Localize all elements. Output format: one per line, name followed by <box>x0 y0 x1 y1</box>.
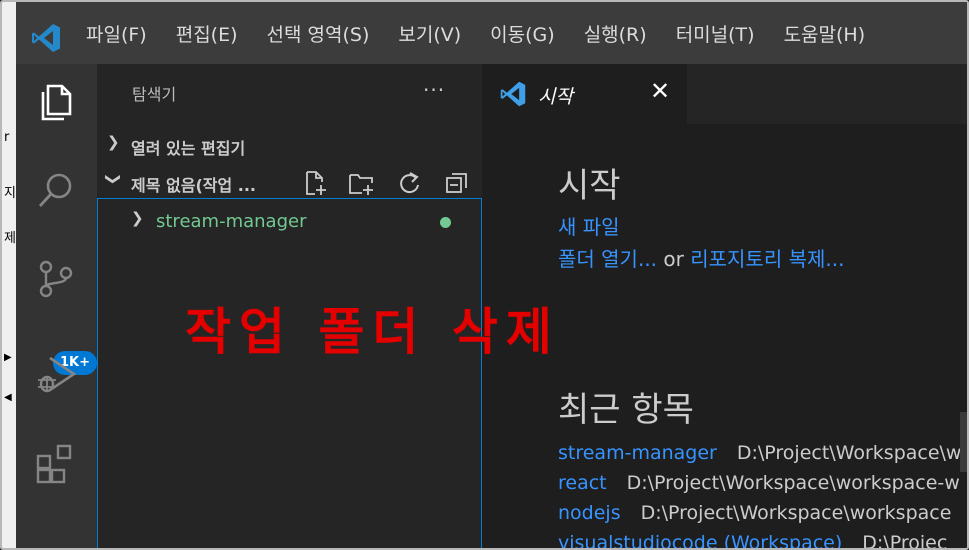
folder-name: stream-manager <box>156 211 307 232</box>
or-text: or <box>663 247 684 271</box>
recent-item-path: D:\Project\Workspace\workspace-w <box>626 472 960 494</box>
recent-item-name[interactable]: react <box>558 472 607 494</box>
menu-run[interactable]: 실행(R) <box>584 20 647 47</box>
recent-item-path: D:\Project\Workspace\w <box>736 442 962 464</box>
recent-title: 최근 항목 <box>558 390 694 430</box>
source-control-icon[interactable] <box>34 256 78 300</box>
recent-item[interactable]: visualstudiocode (Workspace) D:\Projec <box>558 532 948 550</box>
clone-repo-link[interactable]: 리포지토리 복제... <box>690 247 844 271</box>
search-icon[interactable] <box>34 168 78 212</box>
fringe-glyph: ◀ <box>4 392 12 403</box>
fringe-glyph: ▶ <box>4 352 12 363</box>
menu-selection[interactable]: 선택 영역(S) <box>267 20 370 47</box>
recent-item-path: D:\Projec <box>862 532 948 550</box>
explorer-icon[interactable] <box>34 78 78 122</box>
recent-item[interactable]: react D:\Project\Workspace\workspace-w <box>558 472 960 494</box>
scrollbar[interactable] <box>960 412 967 472</box>
new-file-icon[interactable] <box>301 169 329 197</box>
run-debug-icon[interactable] <box>34 352 78 396</box>
recent-item[interactable]: nodejs D:\Project\Workspace\workspace <box>558 502 951 524</box>
refresh-icon[interactable] <box>395 169 423 197</box>
fringe-glyph: 지 <box>4 186 16 201</box>
menu-view[interactable]: 보기(V) <box>398 20 461 47</box>
fringe-glyph: 제 <box>4 231 16 246</box>
vscode-logo-icon <box>500 81 526 107</box>
recent-item-name[interactable]: nodejs <box>558 502 621 524</box>
open-editors-label: 열려 있는 편집기 <box>131 139 246 158</box>
file-tree[interactable]: ❯ stream-manager <box>97 198 482 548</box>
annotation-text: 작업 폴더 삭제 <box>185 303 560 361</box>
recent-item[interactable]: stream-manager D:\Project\Workspace\w <box>558 442 961 464</box>
editor-tabs: 시작 ✕ <box>482 64 967 124</box>
chevron-right-icon: ❯ <box>107 133 120 151</box>
title-bar: 파일(F) 편집(E) 선택 영역(S) 보기(V) 이동(G) 실행(R) 터… <box>16 2 967 64</box>
menu-help[interactable]: 도움말(H) <box>784 20 866 47</box>
close-icon[interactable]: ✕ <box>650 77 670 105</box>
recent-item-path: D:\Project\Workspace\workspace <box>640 502 952 524</box>
extensions-icon[interactable] <box>34 442 78 486</box>
welcome-title: 시작 <box>558 166 621 206</box>
chevron-down-icon: ❯ <box>104 172 123 186</box>
menu-terminal[interactable]: 터미널(T) <box>676 20 755 47</box>
chevron-right-icon: ❯ <box>131 209 144 227</box>
vscode-logo-icon <box>32 24 60 52</box>
new-file-link[interactable]: 새 파일 <box>558 211 620 240</box>
screenshot-frame: r 지 제 ▶ ◀ 파일(F) 편집(E) 선택 영역(S) 보기(V) 이동(… <box>0 0 969 550</box>
recent-item-name[interactable]: visualstudiocode (Workspace) <box>558 532 842 548</box>
tab-label: 시작 <box>538 86 573 108</box>
menu-bar: 파일(F) 편집(E) 선택 영역(S) 보기(V) 이동(G) 실행(R) 터… <box>86 20 894 47</box>
workspace-section[interactable]: ❯ 제목 없음(작업 ... <box>97 165 482 199</box>
open-folder-link[interactable]: 폴더 열기... <box>558 247 657 271</box>
new-folder-icon[interactable] <box>347 169 375 197</box>
background-window-fringe: r 지 제 ▶ ◀ <box>2 2 16 548</box>
recent-item-name[interactable]: stream-manager <box>558 442 717 464</box>
menu-go[interactable]: 이동(G) <box>490 20 555 47</box>
collapse-all-icon[interactable] <box>443 169 471 197</box>
tab-start[interactable]: 시작 ✕ <box>482 64 687 124</box>
fringe-glyph: r <box>4 130 10 145</box>
sidebar-title: 탐색기 <box>132 85 177 104</box>
more-actions-button[interactable]: ··· <box>423 78 445 102</box>
tree-item-folder[interactable]: ❯ stream-manager <box>98 207 481 237</box>
menu-file[interactable]: 파일(F) <box>86 20 147 47</box>
modified-dot-icon <box>440 217 451 228</box>
open-editors-section[interactable]: ❯ 열려 있는 편집기 <box>97 128 482 162</box>
activity-bar: 1K+ <box>16 64 97 548</box>
start-actions: 폴더 열기... or 리포지토리 복제... <box>558 243 844 272</box>
menu-edit[interactable]: 편집(E) <box>176 20 238 47</box>
workspace-label: 제목 없음(작업 ... <box>131 176 257 195</box>
